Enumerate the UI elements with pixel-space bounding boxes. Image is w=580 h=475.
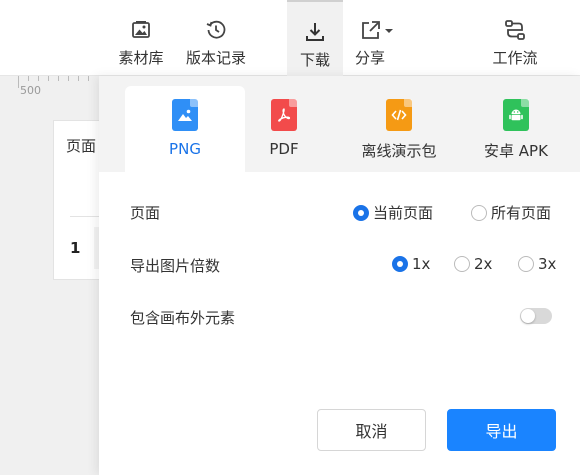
radio-unselected-indicator <box>471 204 487 221</box>
radio-current-page-label: 当前页面 <box>373 204 434 222</box>
page-row-number: 1 <box>70 239 81 257</box>
material-library-label: 素材库 <box>118 49 164 67</box>
radio-all-pages-label: 所有页面 <box>491 204 552 222</box>
code-file-icon <box>386 99 412 131</box>
workflow-icon <box>503 18 527 42</box>
ruler-label: 500 <box>20 84 41 97</box>
radio-scale-1x-label: 1x <box>412 255 431 273</box>
workflow-label: 工作流 <box>492 49 538 67</box>
radio-scale-2x[interactable]: 2x <box>454 255 492 273</box>
page-list-header: 页面 <box>66 137 97 155</box>
tab-pdf-label: PDF <box>269 140 299 158</box>
include-outside-elements-toggle[interactable] <box>520 308 552 324</box>
horizontal-ruler <box>0 76 100 88</box>
radio-scale-2x-label: 2x <box>474 255 493 273</box>
png-file-icon <box>172 99 198 131</box>
tab-pdf[interactable]: PDF <box>249 86 319 172</box>
page-range-label: 页面 <box>130 204 161 222</box>
format-tabs: PNG PDF 离线演示包 安卓 APK <box>99 76 580 172</box>
top-toolbar: 素材库 版本记录 下载 分享 工作流 <box>0 0 580 76</box>
history-icon <box>204 18 228 42</box>
download-label: 下载 <box>299 51 330 69</box>
radio-all-pages[interactable]: 所有页面 <box>471 202 551 223</box>
share-label: 分享 <box>355 49 386 67</box>
cancel-button[interactable]: 取消 <box>317 409 426 451</box>
radio-unselected-indicator <box>454 256 470 272</box>
image-scale-label: 导出图片倍数 <box>130 257 221 275</box>
radio-scale-1x[interactable]: 1x <box>392 255 430 273</box>
export-button[interactable]: 导出 <box>447 409 556 451</box>
share-button[interactable]: 分享 <box>355 0 399 76</box>
tab-offline-package[interactable]: 离线演示包 <box>354 86 444 172</box>
tab-offline-package-label: 离线演示包 <box>361 142 437 160</box>
include-outside-elements-label: 包含画布外元素 <box>130 309 236 327</box>
tab-png-label: PNG <box>169 140 201 158</box>
version-history-button[interactable]: 版本记录 <box>183 0 249 76</box>
toggle-knob <box>521 309 535 323</box>
tab-android-apk[interactable]: 安卓 APK <box>471 86 561 172</box>
android-file-icon <box>503 99 529 131</box>
radio-selected-indicator <box>353 204 369 221</box>
radio-scale-3x-label: 3x <box>538 255 557 273</box>
tab-png[interactable]: PNG <box>125 86 245 172</box>
radio-selected-indicator <box>392 256 408 272</box>
image-library-icon <box>129 18 153 42</box>
version-history-label: 版本记录 <box>185 49 246 67</box>
download-icon <box>303 20 327 44</box>
share-icon <box>357 18 397 42</box>
radio-unselected-indicator <box>518 256 534 272</box>
radio-scale-3x[interactable]: 3x <box>518 255 556 273</box>
tab-android-apk-label: 安卓 APK <box>484 142 548 160</box>
workflow-button[interactable]: 工作流 <box>489 0 541 76</box>
pdf-file-icon <box>271 99 297 131</box>
download-button[interactable]: 下载 <box>287 0 343 76</box>
radio-current-page[interactable]: 当前页面 <box>353 202 433 223</box>
export-panel: PNG PDF 离线演示包 安卓 APK 页面 当前页面 所有页面 导出图片倍数… <box>99 76 580 475</box>
material-library-button[interactable]: 素材库 <box>116 0 166 76</box>
